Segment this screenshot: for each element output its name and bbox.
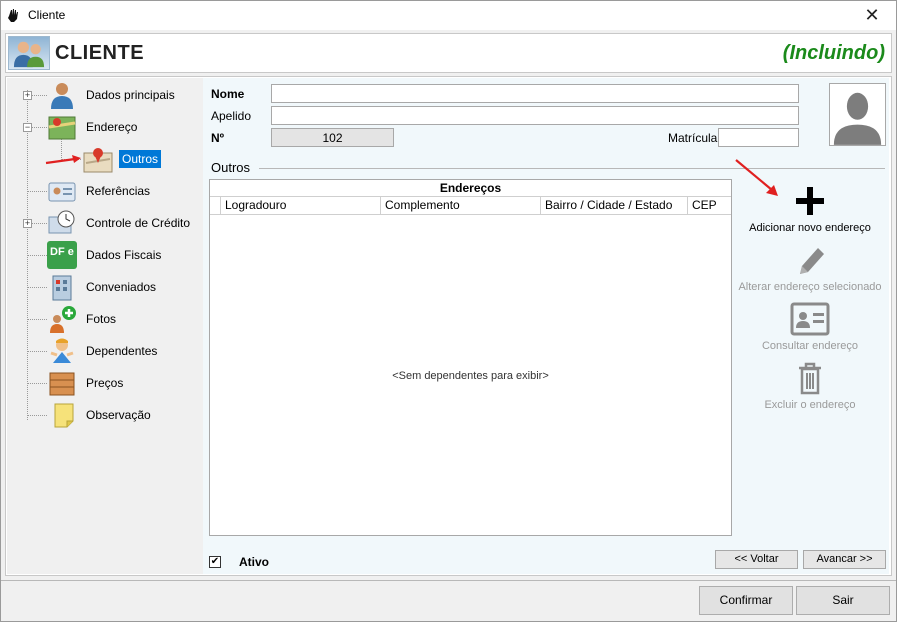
tree-item-controle-credito[interactable]: Controle de Crédito: [47, 209, 193, 237]
section-divider: [259, 168, 885, 169]
column-header-complemento[interactable]: Complemento: [381, 197, 541, 214]
add-photo-icon: [47, 305, 77, 333]
view-address-button[interactable]: Consultar endereço: [730, 301, 890, 352]
box-icon: [47, 369, 77, 397]
person-icon: [47, 81, 77, 109]
tree-item-label: Fotos: [86, 312, 117, 326]
tree-item-label: Dados Fiscais: [86, 248, 162, 262]
tree-item-label: Preços: [86, 376, 124, 390]
tree-connector: [27, 383, 47, 384]
tree-item-label: Observação: [86, 408, 151, 422]
tree-item-endereco[interactable]: Endereço: [47, 113, 140, 141]
header-banner: CLIENTE (Incluindo): [5, 33, 892, 73]
tree-connector: [27, 351, 47, 352]
tree-item-outros[interactable]: Outros: [83, 145, 162, 173]
ativo-checkbox-row[interactable]: ✔ Ativo: [209, 555, 269, 569]
column-header-logradouro[interactable]: Logradouro: [221, 197, 381, 214]
tree-connector: [27, 255, 47, 256]
avancar-button[interactable]: Avancar >>: [803, 550, 886, 569]
numero-field: 102: [271, 128, 394, 147]
action-label: Consultar endereço: [761, 340, 858, 352]
pencil-icon: [790, 242, 830, 278]
action-label: Adicionar novo endereço: [749, 222, 871, 234]
tree-item-conveniados[interactable]: Conveniados: [47, 273, 159, 301]
client-window: Cliente ✕ CLIENTE (Incluindo) + − + Dado…: [0, 0, 897, 622]
column-header-bairro[interactable]: Bairro / Cidade / Estado: [541, 197, 688, 214]
action-label: Excluir o endereço: [764, 399, 856, 411]
footer-divider: [1, 580, 896, 581]
annotation-arrow-icon: [45, 155, 81, 165]
dfe-icon: DF e: [47, 241, 77, 269]
hand-icon: [8, 9, 18, 22]
nome-label: Nome: [211, 87, 245, 101]
tree-item-dados-principais[interactable]: Dados principais: [47, 81, 178, 109]
tree-item-label: Dados principais: [86, 88, 175, 102]
action-label: Alterar endereço selecionado: [738, 281, 882, 293]
title-bar: Cliente ✕: [1, 1, 896, 30]
photo-placeholder[interactable]: [829, 83, 886, 146]
main-area: Nome Apelido Nº 102 Matrícula Outros End…: [203, 78, 889, 574]
tree-connector: [27, 191, 47, 192]
apelido-label: Apelido: [211, 109, 252, 123]
tree-item-referencias[interactable]: Referências: [47, 177, 153, 205]
expand-toggle-controle-credito[interactable]: +: [23, 219, 32, 228]
numero-label: Nº: [211, 131, 225, 145]
tree-connector: [27, 287, 47, 288]
map-pin-icon: [83, 145, 113, 173]
matricula-input[interactable]: [718, 128, 799, 147]
tree-item-observacao[interactable]: Observação: [47, 401, 154, 429]
window-title: Cliente: [28, 8, 66, 22]
collapse-toggle-endereco[interactable]: −: [23, 123, 32, 132]
credit-clock-icon: [47, 209, 77, 237]
confirmar-button[interactable]: Confirmar: [699, 586, 793, 615]
section-title-outros: Outros: [211, 160, 251, 175]
tree-item-fotos[interactable]: Fotos: [47, 305, 119, 333]
id-card-icon: [790, 301, 830, 337]
grid-caption: Endereços: [210, 180, 731, 197]
close-icon[interactable]: ✕: [852, 3, 892, 27]
navigation-tree: + − + Dados principais Endereço Outros R…: [7, 78, 203, 574]
tree-connector: [27, 415, 47, 416]
plus-icon: [790, 183, 830, 219]
building-icon: [47, 273, 77, 301]
tree-item-label: Endereço: [86, 120, 138, 134]
expand-toggle-dados-principais[interactable]: +: [23, 91, 32, 100]
tree-item-precos[interactable]: Preços: [47, 369, 126, 397]
page-title: CLIENTE: [55, 42, 145, 64]
ativo-label: Ativo: [239, 555, 269, 569]
dfe-icon-text: DF e: [50, 246, 74, 258]
ativo-checkbox[interactable]: ✔: [209, 556, 221, 568]
sair-button[interactable]: Sair: [796, 586, 890, 615]
apelido-input[interactable]: [271, 106, 799, 125]
row-indicator-header: [210, 197, 221, 214]
child-icon: [47, 337, 77, 365]
tree-connector: [27, 319, 47, 320]
edit-address-button[interactable]: Alterar endereço selecionado: [730, 242, 890, 293]
addresses-grid[interactable]: Endereços Logradouro Complemento Bairro …: [209, 179, 732, 536]
tree-item-label: Referências: [86, 184, 151, 198]
tree-item-dependentes[interactable]: Dependentes: [47, 337, 160, 365]
matricula-label: Matrícula: [668, 131, 718, 145]
nome-input[interactable]: [271, 84, 799, 103]
column-header-cep[interactable]: CEP: [688, 197, 731, 214]
tree-item-label-selected: Outros: [119, 150, 162, 168]
users-logo-icon: [8, 36, 50, 70]
avatar-silhouette-icon: [830, 84, 885, 145]
map-icon: [47, 113, 77, 141]
tree-item-dados-fiscais[interactable]: DF e Dados Fiscais: [47, 241, 164, 269]
add-address-button[interactable]: Adicionar novo endereço: [730, 183, 890, 234]
grid-header-row: Logradouro Complemento Bairro / Cidade /…: [210, 197, 731, 215]
grid-empty-message: <Sem dependentes para exibir>: [392, 370, 549, 382]
tree-item-label: Controle de Crédito: [86, 216, 191, 230]
mode-label: (Incluindo): [782, 42, 885, 64]
id-card-icon: [47, 177, 77, 205]
tree-item-label: Dependentes: [86, 344, 158, 358]
trash-icon: [790, 360, 830, 396]
voltar-button[interactable]: << Voltar: [715, 550, 798, 569]
delete-address-button[interactable]: Excluir o endereço: [730, 360, 890, 411]
content-panel: + − + Dados principais Endereço Outros R…: [5, 76, 892, 576]
tree-item-label: Conveniados: [86, 280, 157, 294]
note-icon: [47, 401, 77, 429]
